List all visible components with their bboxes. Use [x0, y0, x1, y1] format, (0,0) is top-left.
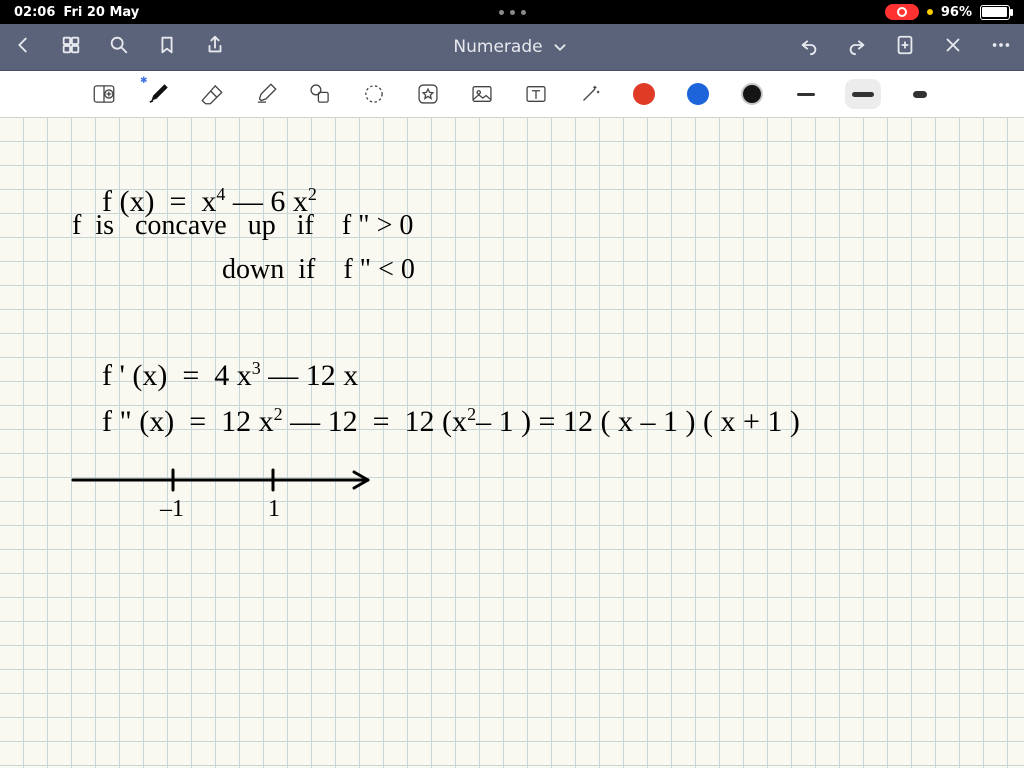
stroke-thick[interactable]: [905, 79, 935, 109]
stroke-medium[interactable]: [845, 79, 881, 109]
highlighter-tool[interactable]: [251, 79, 281, 109]
grid-icon: [60, 34, 82, 56]
lasso-tool[interactable]: [359, 79, 389, 109]
multitask-dots-icon[interactable]: [499, 10, 526, 15]
tool-bar: ✱: [0, 71, 1024, 118]
pen-tool[interactable]: ✱: [143, 79, 173, 109]
numberline-label-left: –1: [159, 496, 184, 522]
highlighter-icon: [253, 81, 279, 107]
low-power-dot-icon: [927, 9, 933, 15]
doc-title: Numerade: [453, 37, 542, 57]
text-tool[interactable]: [521, 79, 551, 109]
lasso-icon: [361, 81, 387, 107]
color-blue[interactable]: [683, 79, 713, 109]
redo-icon: [846, 34, 868, 56]
bluetooth-badge-icon: ✱: [140, 76, 148, 86]
eraser-icon: [199, 81, 225, 107]
library-button[interactable]: [60, 34, 82, 60]
stroke-thin[interactable]: [791, 79, 821, 109]
blue-swatch-icon: [687, 83, 709, 105]
red-swatch-icon: [633, 83, 655, 105]
status-time: 02:06: [14, 5, 55, 20]
shapes-icon: [307, 81, 333, 107]
app-nav-bar: Numerade: [0, 24, 1024, 71]
undo-icon: [798, 34, 820, 56]
search-icon: [108, 34, 130, 56]
hw-line-2: f is concave up if f " > 0: [72, 210, 413, 242]
numberline-drawing: –1 1: [68, 458, 388, 528]
share-button[interactable]: [204, 34, 226, 60]
battery-icon: [980, 5, 1010, 20]
bookmark-button[interactable]: [156, 34, 178, 60]
image-tool[interactable]: [467, 79, 497, 109]
numberline-label-right: 1: [268, 496, 280, 522]
share-icon: [204, 34, 226, 56]
close-button[interactable]: [942, 34, 964, 60]
shapes-tool[interactable]: [305, 79, 335, 109]
medium-stroke-icon: [852, 92, 874, 97]
search-button[interactable]: [108, 34, 130, 60]
wand-tool[interactable]: [575, 79, 605, 109]
more-button[interactable]: [990, 34, 1012, 60]
thick-stroke-icon: [913, 91, 927, 98]
screen-record-pill-icon[interactable]: [885, 4, 919, 20]
add-page-icon: [894, 34, 916, 56]
chevron-left-icon: [12, 34, 34, 56]
back-button[interactable]: [12, 34, 34, 60]
status-bar: 02:06 Fri 20 May 96%: [0, 0, 1024, 24]
sticker-tool[interactable]: [413, 79, 443, 109]
doc-title-button[interactable]: Numerade: [453, 36, 570, 58]
image-icon: [469, 81, 495, 107]
wand-icon: [577, 81, 603, 107]
color-red[interactable]: [629, 79, 659, 109]
ellipsis-icon: [990, 34, 1012, 56]
color-black[interactable]: [737, 79, 767, 109]
black-swatch-icon: [741, 83, 763, 105]
battery-percent: 96%: [941, 5, 972, 20]
star-badge-icon: [415, 81, 441, 107]
hw-line-3: down if f " < 0: [222, 254, 415, 286]
undo-button[interactable]: [798, 34, 820, 60]
bookmark-icon: [156, 34, 178, 56]
note-canvas[interactable]: f (x) = x4 — 6 x2 f is concave up if f "…: [0, 118, 1024, 768]
thin-stroke-icon: [797, 93, 815, 96]
status-date: Fri 20 May: [63, 5, 139, 20]
add-page-button[interactable]: [894, 34, 916, 60]
fountain-pen-icon: [145, 81, 171, 107]
redo-button[interactable]: [846, 34, 868, 60]
text-icon: [523, 81, 549, 107]
zoom-icon: [91, 81, 117, 107]
eraser-tool[interactable]: [197, 79, 227, 109]
chevron-down-icon: [549, 36, 571, 58]
zoom-tool[interactable]: [89, 79, 119, 109]
close-icon: [942, 34, 964, 56]
